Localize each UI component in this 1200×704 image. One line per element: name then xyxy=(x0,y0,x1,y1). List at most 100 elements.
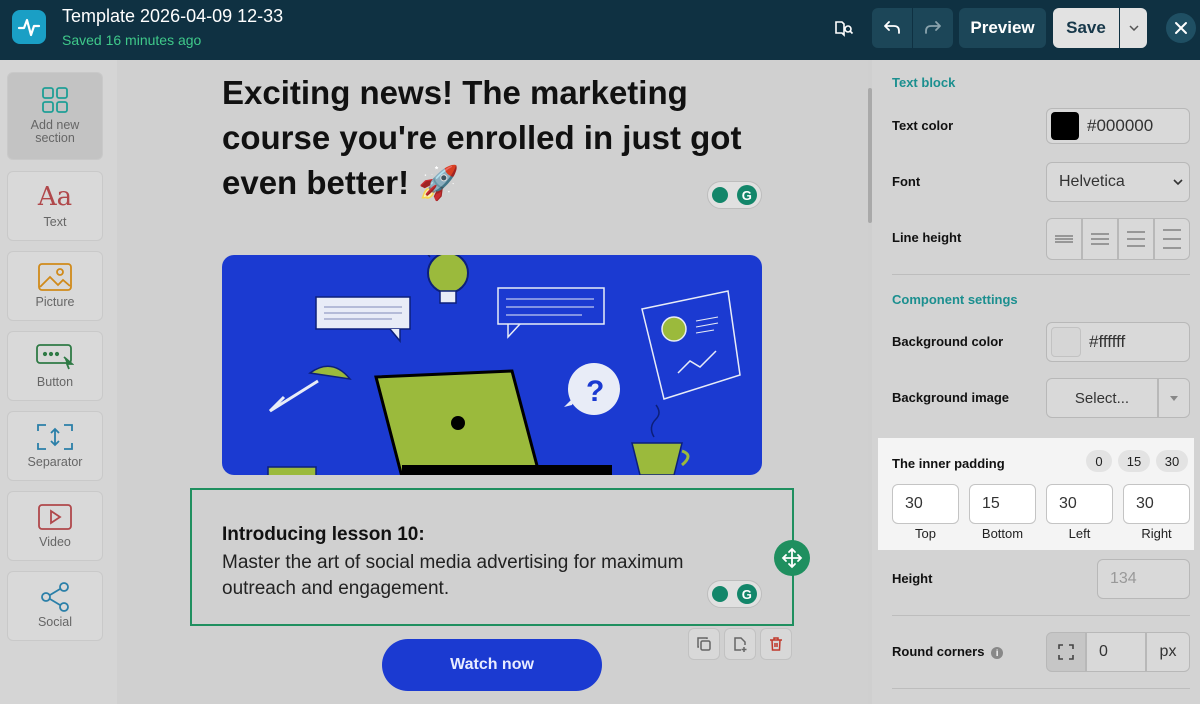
close-button[interactable] xyxy=(1166,13,1196,43)
padding-bottom-input[interactable]: 15 xyxy=(969,484,1036,524)
divider xyxy=(892,688,1190,689)
padding-preset-0[interactable]: 0 xyxy=(1086,450,1112,472)
text-color-field[interactable]: #000000 xyxy=(1046,108,1190,144)
corners-icon xyxy=(1058,644,1074,660)
delete-button[interactable] xyxy=(760,628,792,660)
app-logo[interactable] xyxy=(12,10,46,44)
redo-icon xyxy=(925,21,941,34)
background-image-label: Background image xyxy=(892,390,1010,405)
sidebar-item-label: Add new section xyxy=(30,118,80,145)
top-bar: Template 2026-04-09 12-33 Saved 16 minut… xyxy=(0,0,1200,60)
padding-preset-30[interactable]: 30 xyxy=(1156,450,1188,472)
grammarly-icon: G xyxy=(736,584,757,604)
preview-button[interactable]: Preview xyxy=(959,8,1046,48)
workspace-illustration: ? xyxy=(267,255,741,475)
background-color-label: Background color xyxy=(892,334,1004,349)
line-height-option-3[interactable] xyxy=(1118,218,1154,260)
sidebar-item-picture[interactable]: Picture xyxy=(7,251,103,321)
save-status: Saved 16 minutes ago xyxy=(62,32,202,48)
save-options-button[interactable] xyxy=(1120,8,1147,48)
text-color-label: Text color xyxy=(892,118,954,133)
padding-preset-15[interactable]: 15 xyxy=(1118,450,1150,472)
component-settings-heading: Component settings xyxy=(892,292,1018,307)
round-corners-input[interactable]: 0 xyxy=(1086,632,1146,672)
font-select-value: Helvetica xyxy=(1059,173,1125,190)
line-height-tight-icon xyxy=(1055,235,1073,243)
grammarly-widget[interactable]: G xyxy=(707,181,762,209)
undo-button[interactable] xyxy=(872,8,912,48)
inner-padding-section: The inner padding 0 15 30 30 15 30 30 To… xyxy=(878,438,1194,550)
line-height-option-2[interactable] xyxy=(1082,218,1118,260)
email-canvas: Exciting news! The marketing course you'… xyxy=(117,60,872,704)
background-image-select[interactable]: Select... xyxy=(1046,378,1158,418)
lightbulb-icon xyxy=(712,187,729,203)
sidebar-item-add-section[interactable]: Add new section xyxy=(7,72,103,160)
info-icon[interactable]: i xyxy=(991,646,1004,659)
move-icon xyxy=(781,547,803,569)
divider xyxy=(892,274,1190,275)
text-block-title[interactable]: Introducing lesson 10: xyxy=(222,524,425,546)
height-input[interactable]: 134 xyxy=(1097,559,1190,599)
duplicate-button[interactable] xyxy=(688,628,720,660)
move-handle[interactable] xyxy=(774,540,810,576)
padding-right-input[interactable]: 30 xyxy=(1123,484,1190,524)
text-block-body[interactable]: Master the art of social media advertisi… xyxy=(222,550,762,602)
selected-text-block[interactable]: Introducing lesson 10: Master the art of… xyxy=(190,488,794,626)
sidebar-item-label: Separator xyxy=(27,455,83,469)
color-swatch[interactable] xyxy=(1051,112,1079,140)
version-history-button[interactable] xyxy=(826,8,862,48)
padding-bottom-caption: Bottom xyxy=(981,526,1024,541)
text-color-value: #000000 xyxy=(1087,116,1154,135)
undo-icon xyxy=(884,21,900,34)
grammarly-icon: G xyxy=(736,185,757,205)
text-aa-icon: Aa xyxy=(37,182,73,212)
redo-button[interactable] xyxy=(913,8,953,48)
svg-text:?: ? xyxy=(586,375,604,408)
sidebar-item-label: Picture xyxy=(35,295,75,309)
line-height-normal-icon xyxy=(1091,233,1109,245)
caret-down-icon xyxy=(1170,395,1178,401)
background-image-value: Select... xyxy=(1074,389,1130,407)
round-corners-text: Round corners xyxy=(892,644,985,659)
color-swatch[interactable] xyxy=(1051,327,1081,357)
blocks-sidebar: Add new section Aa Text Picture Button S… xyxy=(0,60,117,704)
watch-now-button[interactable]: Watch now xyxy=(382,639,602,691)
template-title[interactable]: Template 2026-04-09 12-33 xyxy=(62,6,283,27)
trash-icon xyxy=(770,637,782,651)
sidebar-item-social[interactable]: Social xyxy=(7,571,103,641)
sidebar-item-label: Video xyxy=(39,535,71,549)
padding-right-caption: Right xyxy=(1141,526,1172,541)
sidebar-item-label: Social xyxy=(37,615,73,629)
round-corners-unit: px xyxy=(1146,632,1190,672)
line-height-relaxed-icon xyxy=(1127,231,1145,247)
picture-icon xyxy=(38,263,72,291)
line-height-option-1[interactable] xyxy=(1046,218,1082,260)
corners-mode-toggle[interactable] xyxy=(1046,632,1086,672)
save-block-button[interactable] xyxy=(724,628,756,660)
font-select[interactable]: Helvetica xyxy=(1046,162,1190,202)
sidebar-item-video[interactable]: Video xyxy=(7,491,103,561)
padding-top-input[interactable]: 30 xyxy=(892,484,959,524)
sidebar-item-button[interactable]: Button xyxy=(7,331,103,401)
lightbulb-icon xyxy=(712,586,729,602)
hero-illustration[interactable]: ? xyxy=(222,255,762,475)
background-color-field[interactable]: #ffffff xyxy=(1046,322,1190,362)
grammarly-widget[interactable]: G xyxy=(707,580,762,608)
headline-text[interactable]: Exciting news! The marketing course you'… xyxy=(222,70,762,205)
height-label: Height xyxy=(892,571,933,586)
background-image-dropdown[interactable] xyxy=(1158,378,1190,418)
button-icon xyxy=(36,344,74,370)
line-height-loose-icon xyxy=(1163,229,1181,249)
sidebar-item-separator[interactable]: Separator xyxy=(7,411,103,481)
close-icon xyxy=(1175,22,1187,34)
padding-left-input[interactable]: 30 xyxy=(1046,484,1113,524)
sidebar-item-text[interactable]: Aa Text xyxy=(7,171,103,241)
line-height-option-4[interactable] xyxy=(1154,218,1190,260)
grid-icon xyxy=(42,87,68,113)
copy-icon xyxy=(697,637,711,651)
font-label: Font xyxy=(892,174,921,189)
share-icon xyxy=(41,582,69,612)
save-button[interactable]: Save xyxy=(1053,8,1119,48)
pulse-icon xyxy=(17,18,41,37)
divider xyxy=(892,615,1190,616)
